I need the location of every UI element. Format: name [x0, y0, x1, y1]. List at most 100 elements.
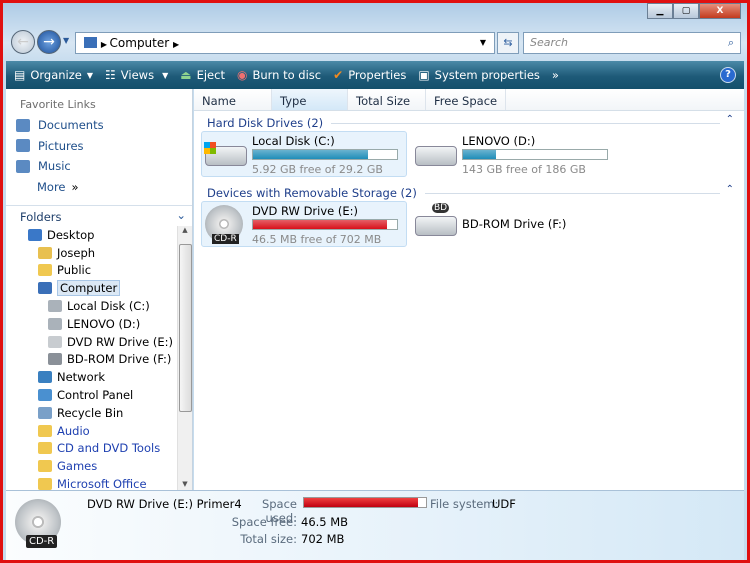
favorite-music[interactable]: Music [6, 156, 192, 177]
tree-item-label: Joseph [57, 245, 96, 260]
favorite-pictures[interactable]: Pictures [6, 136, 192, 157]
tree-item[interactable]: Microsoft Office [6, 475, 178, 490]
scrollbar-thumb[interactable] [179, 244, 192, 412]
breadcrumb-chevron[interactable]: ▶ [173, 40, 179, 49]
refresh-button[interactable]: ⇆ [497, 32, 519, 54]
explorer-window: ▁ ▢ X ← → ▼ ▶ Computer ▶ ▼ ⇆ Search ⌕ ▤ Or… [0, 0, 750, 563]
group-header[interactable]: Devices with Removable Storage (2) ⌃ [194, 181, 744, 201]
details-drive-name: DVD RW Drive (E:) Primer4 [87, 497, 242, 511]
tree-item[interactable]: LENOVO (D:) [6, 315, 178, 333]
tree-item[interactable]: CD and DVD Tools [6, 440, 178, 458]
folder-icon [38, 460, 52, 473]
drive-tile[interactable]: BD BD-ROM Drive (F:) [411, 201, 617, 247]
tree-item[interactable]: Control Panel [6, 386, 178, 404]
tree-item-label: BD-ROM Drive (F:) [67, 352, 172, 367]
views-button[interactable]: ☷ Views ▼ [105, 68, 168, 82]
favorite-documents[interactable]: Documents [6, 115, 192, 136]
divider [424, 192, 720, 194]
minimize-button[interactable]: ▁ [647, 3, 673, 19]
forward-button[interactable]: → [37, 30, 61, 54]
column-name[interactable]: Name [194, 89, 272, 110]
breadcrumb-computer[interactable]: Computer [110, 36, 170, 50]
tree-item-label: Public [57, 263, 92, 278]
chevron-down-icon: ⌄ [176, 208, 186, 222]
command-bar: ▤ Organize ▼ ☷ Views ▼ ⏏ Eject ◉ Burn to disc … [6, 61, 744, 89]
drive-free-space: 46.5 MB free of 702 MB [252, 233, 382, 246]
eject-label: Eject [196, 68, 225, 82]
more-commands-button[interactable]: » [552, 68, 559, 82]
tree-item[interactable]: Local Disk (C:) [6, 297, 178, 315]
scroll-up-icon[interactable]: ▲ [178, 226, 192, 234]
drive-free-space: 5.92 GB free of 29.2 GB [252, 163, 383, 176]
cd-r-badge: CD-R [26, 535, 58, 548]
tree-item[interactable]: Games [6, 457, 178, 475]
group-header[interactable]: Hard Disk Drives (2) ⌃ [194, 111, 744, 131]
tree-item[interactable]: Joseph [6, 244, 178, 262]
burn-icon: ◉ [236, 68, 248, 82]
usage-fill [253, 220, 388, 229]
search-icon[interactable]: ⌕ [728, 33, 734, 53]
collapse-chevron-icon[interactable]: ⌃ [726, 114, 734, 125]
file-system-value: UDF [492, 497, 516, 511]
properties-button[interactable]: ✔ Properties [333, 68, 406, 82]
favorite-more[interactable]: More » [6, 177, 192, 198]
group-title: Devices with Removable Storage (2) [207, 186, 417, 200]
drive-tile[interactable]: LENOVO (D:) 143 GB free of 186 GB [411, 131, 617, 177]
burn-to-disc-button[interactable]: ◉ Burn to disc [237, 68, 321, 82]
eject-icon: ⏏ [180, 68, 192, 82]
documents-icon [16, 118, 30, 132]
bd-drive-icon [48, 353, 62, 366]
computer-icon [38, 282, 52, 295]
total-size-value: 702 MB [301, 532, 345, 546]
scroll-down-icon[interactable]: ▼ [178, 480, 192, 488]
tree-item-label: Network [57, 370, 106, 385]
column-headers: Name Type Total Size Free Space [194, 89, 744, 111]
system-properties-button[interactable]: ▣ System properties [418, 68, 540, 82]
address-bar[interactable]: ▶ Computer ▶ ▼ [75, 32, 495, 54]
maximize-button[interactable]: ▢ [673, 3, 699, 19]
system-properties-icon: ▣ [418, 68, 430, 82]
tree-item[interactable]: Audio [6, 422, 178, 440]
drive-tiles: CD-RDVD RW Drive (E:) Primer446.5 MB fre… [194, 201, 744, 251]
tree-item[interactable]: Public [6, 262, 178, 280]
navigation-bar: ← → ▼ ▶ Computer ▶ ▼ ⇆ Search ⌕ [9, 30, 741, 56]
folders-heading[interactable]: Folders ⌄ [6, 205, 192, 225]
close-button[interactable]: X [699, 3, 741, 19]
navigation-pane: Favorite Links Documents Pictures Music … [6, 89, 193, 490]
search-placeholder: Search [530, 36, 569, 49]
file-system-label: File system: [430, 497, 499, 511]
drive-tile[interactable]: CD-RDVD RW Drive (E:) Primer446.5 MB fre… [201, 201, 407, 247]
folder-tree: Desktop Joseph Public Computer Local Disk (C… [6, 226, 178, 490]
tree-scrollbar[interactable]: ▲ ▼ [177, 226, 192, 490]
collapse-chevron-icon[interactable]: ⌃ [726, 184, 734, 195]
tree-item[interactable]: Network [6, 368, 178, 386]
tree-item[interactable]: BD-ROM Drive (F:) [6, 351, 178, 369]
column-type[interactable]: Type [272, 89, 348, 110]
help-icon[interactable]: ? [720, 67, 736, 83]
favorite-label: Music [38, 159, 71, 174]
hard-drive-icon [415, 146, 457, 166]
windows-logo-icon [204, 142, 216, 154]
back-button[interactable]: ← [11, 30, 35, 54]
group-title: Hard Disk Drives (2) [207, 116, 324, 130]
hard-drive-icon [48, 317, 62, 330]
music-icon [16, 159, 30, 173]
column-total-size[interactable]: Total Size [348, 89, 426, 110]
tree-item[interactable]: Computer [6, 279, 178, 297]
address-dropdown[interactable]: ▼ [480, 33, 486, 53]
space-free-value: 46.5 MB [301, 515, 349, 529]
usage-bar [252, 219, 398, 230]
tree-item-label: Games [57, 459, 98, 474]
tree-item[interactable]: Desktop [6, 226, 178, 244]
column-free-space[interactable]: Free Space [426, 89, 506, 110]
organize-button[interactable]: ▤ Organize ▼ [14, 68, 93, 82]
recent-pages-dropdown[interactable]: ▼ [63, 36, 69, 45]
tree-item[interactable]: DVD RW Drive (E:) Primer4 [6, 333, 178, 351]
search-input[interactable]: Search ⌕ [523, 32, 741, 54]
control-panel-icon [38, 389, 52, 402]
tree-item[interactable]: Recycle Bin [6, 404, 178, 422]
eject-button[interactable]: ⏏ Eject [180, 68, 225, 82]
drive-tile[interactable]: Local Disk (C:) 5.92 GB free of 29.2 GB [201, 131, 407, 177]
tree-item-label: Desktop [47, 227, 95, 242]
favorite-links-heading: Favorite Links [20, 98, 96, 111]
